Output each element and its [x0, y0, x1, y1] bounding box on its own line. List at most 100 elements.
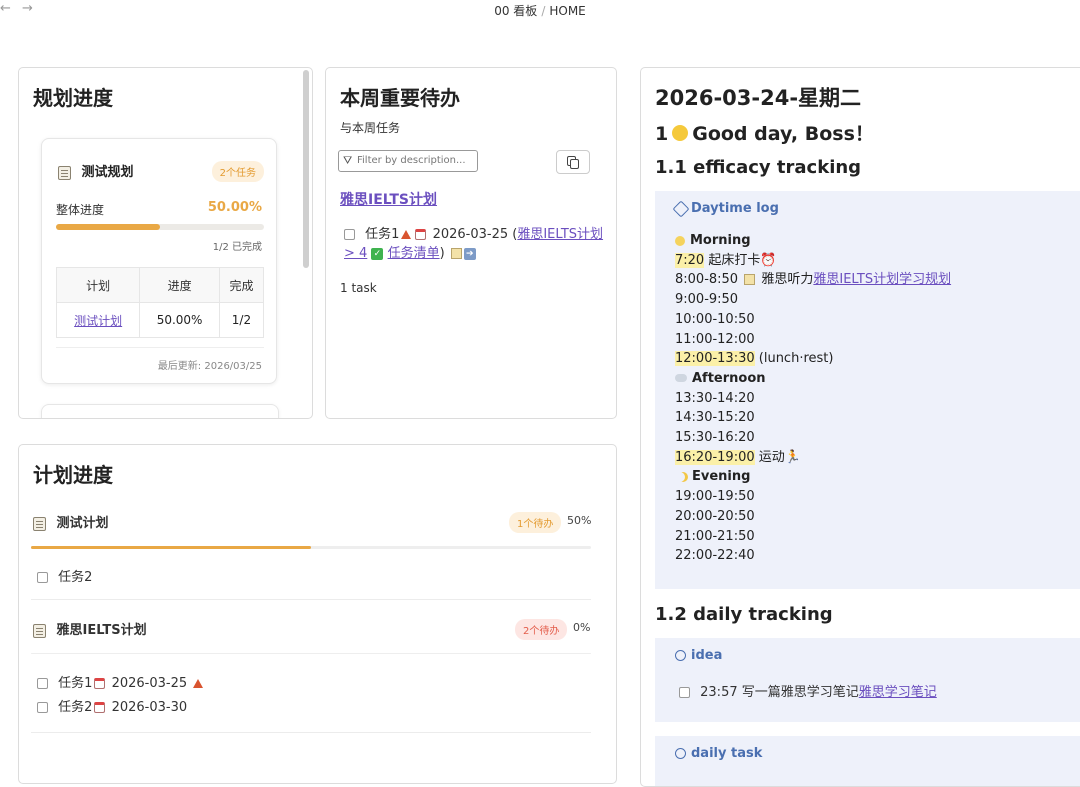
pencil-icon	[672, 200, 690, 217]
section-label: Evening	[692, 469, 751, 485]
time-entry: 12:00-13:30 (lunch·rest)	[675, 349, 951, 369]
panel-title: 规划进度	[33, 86, 113, 110]
sun-icon	[675, 235, 685, 246]
section-label: Morning	[690, 233, 751, 248]
notebook-icon	[33, 623, 46, 638]
breadcrumb-folder[interactable]: 00 看板	[494, 4, 537, 18]
greeting-number: 1	[655, 123, 669, 145]
task-checkbox[interactable]	[37, 572, 48, 583]
task-label: 任务2	[58, 570, 93, 585]
plan-card-title: 测试规划	[58, 161, 134, 180]
task-item: 任务1 2026-03-25	[37, 672, 205, 691]
time-note: 运动	[758, 449, 785, 465]
breadcrumb-page[interactable]: HOME	[549, 4, 585, 18]
filter-input[interactable]: ⛛ Filter by description...	[338, 150, 478, 172]
time-entry: 14:30-15:20	[675, 410, 755, 426]
task-checkbox[interactable]	[37, 678, 48, 689]
todo-count-badge: 2个待办	[515, 619, 568, 640]
plan-progress-bar	[31, 546, 591, 549]
task-name: 任务1	[365, 227, 400, 242]
cloud-sun-icon	[675, 374, 687, 383]
idea-callout: idea 23:57 写一篇雅思学习笔记雅思学习笔记	[655, 638, 1080, 722]
memo-icon	[450, 248, 462, 259]
time-note: 起床打卡	[708, 252, 761, 268]
daytime-log-callout: Daytime log Morning 7:20 起床打卡⏰ 8:00-8:50…	[655, 191, 1080, 589]
time-entry: 8:00-8:50 雅思听力雅思IELTS计划学习规划	[675, 270, 951, 290]
planning-progress-panel: 规划进度 测试规划 2个任务 整体进度 50.00% 1/2 已完成 计划 进度…	[18, 67, 313, 419]
time-note: 雅思听力	[761, 272, 814, 288]
last-updated: 最后更新: 2026/03/25	[157, 361, 262, 372]
panel-subtitle: 与本周任务	[340, 121, 401, 135]
daily-journal-panel: 2026-03-24-星期二 1 Good day, Boss！ 1.1 effi…	[640, 67, 1080, 787]
priority-high-icon	[401, 230, 412, 239]
books-icon	[744, 274, 756, 286]
time-slot: 7:20	[675, 252, 705, 268]
time-entry: 10:00-10:50	[675, 311, 755, 327]
time-slot: 12:00-13:30	[675, 351, 755, 367]
study-plan-link[interactable]: 雅思IELTS计划学习规划	[813, 272, 951, 287]
divider	[31, 599, 591, 600]
plan-link[interactable]: 测试计划	[74, 314, 122, 328]
time-note: (lunch·rest)	[758, 351, 834, 367]
time-slot: 8:00-8:50	[675, 272, 739, 288]
task-date: 2026-03-30	[111, 700, 188, 715]
table-cell-done: 1/2	[218, 302, 265, 338]
alarm-clock-icon: ⏰	[760, 252, 777, 268]
time-entry: 21:00-21:50	[675, 528, 755, 544]
divider	[56, 347, 264, 348]
plan-progress-bar	[31, 653, 591, 654]
overall-progress-fill	[56, 224, 160, 230]
plan-progress-fill	[31, 546, 311, 549]
idea-text: 23:57 写一篇雅思学习笔记	[700, 685, 859, 700]
time-entry: 7:20 起床打卡⏰	[675, 251, 951, 271]
study-notes-link[interactable]: 雅思学习笔记	[859, 685, 937, 700]
plan-card: 测试规划 2个任务 整体进度 50.00% 1/2 已完成 计划 进度 完成 测…	[41, 138, 277, 384]
table-row: 测试计划 50.00% 1/2	[55, 302, 265, 338]
calendar-icon	[415, 229, 427, 240]
breadcrumb-separator: /	[541, 4, 546, 18]
top-bar: ← → 00 看板 / HOME	[0, 0, 1080, 20]
time-entry: 20:00-20:50	[675, 508, 755, 524]
filter-placeholder: Filter by description...	[357, 155, 466, 166]
overall-progress-label: 整体进度	[56, 203, 105, 217]
weekly-task-item: 任务1 2026-03-25 (雅思IELTS计划 > 4 ✓ 任务清单) ➔	[344, 225, 606, 263]
plan-card	[41, 404, 279, 418]
task-checkbox[interactable]	[344, 229, 355, 240]
overall-progress-bar	[56, 224, 264, 230]
greeting-heading: 1 Good day, Boss！	[655, 119, 874, 146]
divider	[31, 732, 591, 733]
plan-name: 雅思IELTS计划	[56, 623, 147, 638]
plan-name: 测试计划	[56, 516, 109, 531]
efficacy-heading: 1.1 efficacy tracking	[655, 157, 862, 178]
task-count-badge: 2个任务	[211, 161, 264, 182]
journal-date-title: 2026-03-24-星期二	[655, 86, 862, 110]
time-entry: 13:30-14:20	[675, 390, 755, 406]
task-checkbox[interactable]	[679, 687, 690, 698]
moon-icon	[675, 472, 685, 482]
time-entry: 22:00-22:40	[675, 548, 755, 564]
arrow-right-box-icon[interactable]: ➔	[463, 247, 476, 260]
copy-icon	[570, 159, 579, 169]
project-link[interactable]: 雅思IELTS计划	[340, 189, 437, 209]
daily-tracking-heading: 1.2 daily tracking	[655, 604, 833, 625]
section-label: Afternoon	[692, 370, 766, 386]
time-entry: 19:00-19:50	[675, 489, 755, 505]
task-checkbox[interactable]	[37, 702, 48, 713]
copy-button[interactable]	[556, 150, 590, 174]
scrollbar[interactable]	[303, 70, 309, 268]
time-entry: 15:30-16:20	[675, 430, 755, 446]
panel-title: 本周重要待办	[340, 86, 460, 110]
plan-progress-panel: 计划进度 测试计划 1个待办 50% 任务2 雅思IELTS计划 2个待办 0%…	[18, 444, 617, 784]
filter-icon: ⛛	[343, 154, 353, 167]
task-label: 任务1	[58, 676, 93, 691]
morning-heading: Morning	[675, 231, 951, 251]
daytime-log-title: Daytime log	[672, 200, 779, 217]
evening-heading: Evening	[675, 467, 951, 487]
task-item: 任务2	[37, 566, 92, 585]
task-item: 任务2 2026-03-30	[37, 696, 187, 715]
plan-percent: 50%	[567, 514, 592, 527]
task-list-link[interactable]: 任务清单	[388, 246, 440, 261]
greeting-text: Good day, Boss！	[692, 123, 874, 145]
link-close-paren: )	[439, 246, 445, 261]
todo-count-badge: 1个待办	[509, 512, 562, 533]
